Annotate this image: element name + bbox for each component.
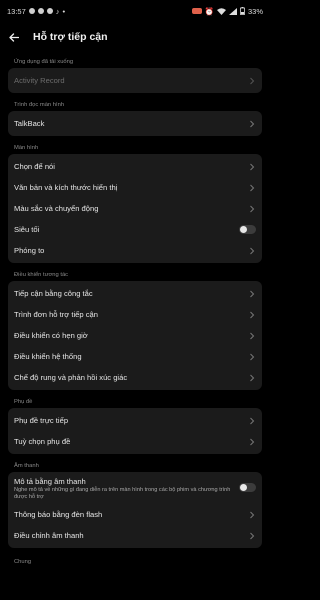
- card-display: Chọn để nói Văn bản và kích thước hiển t…: [8, 154, 262, 263]
- row-extra-dim[interactable]: Siêu tối: [8, 219, 262, 240]
- status-time: 13:57: [7, 6, 26, 16]
- row-label: Phụ đề trực tiếp: [14, 416, 69, 425]
- chevron-right-icon: [250, 417, 255, 424]
- tiktok-icon: ♪: [55, 6, 60, 16]
- row-label: Điều khiển hệ thống: [14, 352, 82, 361]
- back-arrow-icon: [9, 32, 19, 42]
- row-talkback[interactable]: TalkBack: [8, 113, 262, 134]
- chevron-right-icon: [250, 532, 255, 539]
- chevron-right-icon: [250, 438, 255, 445]
- row-label: Tiếp cận bằng công tắc: [14, 289, 93, 298]
- notification-icon: [37, 8, 44, 14]
- card-downloaded: Activity Record: [8, 68, 262, 93]
- section-header-screen-reader: Trình đọc màn hình: [14, 102, 65, 108]
- section-header-display: Màn hình: [14, 145, 39, 151]
- section-header-interaction: Điều khiển tương tác: [14, 272, 69, 278]
- status-right: ⏰ 33%: [191, 6, 263, 16]
- row-system-controls[interactable]: Điều khiển hệ thống: [8, 346, 262, 367]
- row-select-to-speak[interactable]: Chọn để nói: [8, 156, 262, 177]
- status-left: 13:57 ♪ •: [7, 7, 65, 16]
- row-label: Tuỳ chọn phụ đề: [14, 437, 71, 446]
- row-label: Siêu tối: [14, 225, 40, 234]
- row-audio-description[interactable]: Mô tả bằng âm thanh Nghe mô tả về những …: [8, 474, 262, 504]
- chevron-right-icon: [250, 332, 255, 339]
- row-label: Trình đơn hỗ trợ tiếp cận: [14, 310, 98, 319]
- row-timing-controls[interactable]: Điều khiển có hẹn giờ: [8, 325, 262, 346]
- row-label: Chế độ rung và phản hồi xúc giác: [14, 373, 128, 382]
- chevron-right-icon: [250, 311, 255, 318]
- settings-list: Ứng dụng đã tải xuống Activity Record Tr…: [8, 54, 262, 565]
- row-label: Điều chỉnh âm thanh: [14, 531, 84, 540]
- row-live-caption[interactable]: Phụ đề trực tiếp: [8, 410, 262, 431]
- row-color-motion[interactable]: Màu sắc và chuyển động: [8, 198, 262, 219]
- more-notifications-icon: •: [62, 6, 66, 16]
- row-switch-access[interactable]: Tiếp cận bằng công tắc: [8, 283, 262, 304]
- row-audio-adjustment[interactable]: Điều chỉnh âm thanh: [8, 525, 262, 546]
- chevron-right-icon: [250, 374, 255, 381]
- card-interaction: Tiếp cận bằng công tắc Trình đơn hỗ trợ …: [8, 281, 262, 390]
- row-label: Phóng to: [14, 246, 45, 255]
- row-label: Văn bản và kích thước hiển thị: [14, 183, 118, 192]
- card-audio: Mô tả bằng âm thanh Nghe mô tả về những …: [8, 472, 262, 548]
- signal-icon: [228, 7, 237, 15]
- row-label: Điều khiển có hẹn giờ: [14, 331, 88, 340]
- status-bar: 13:57 ♪ • ⏰ 33%: [0, 0, 270, 22]
- battery-level: 33%: [247, 6, 263, 16]
- app-header: Hỗ trợ tiếp cận: [0, 26, 270, 48]
- recording-icon: [191, 8, 202, 14]
- row-accessibility-menu[interactable]: Trình đơn hỗ trợ tiếp cận: [8, 304, 262, 325]
- chevron-right-icon: [250, 120, 255, 127]
- row-label: Màu sắc và chuyển động: [14, 204, 99, 213]
- section-header-audio: Âm thanh: [14, 463, 39, 469]
- chevron-right-icon: [250, 77, 255, 84]
- row-label: Mô tả bằng âm thanh: [14, 477, 86, 486]
- section-header-downloaded: Ứng dụng đã tải xuống: [14, 59, 74, 65]
- card-captions: Phụ đề trực tiếp Tuỳ chọn phụ đề: [8, 408, 262, 454]
- back-button[interactable]: [1, 26, 27, 48]
- row-texts: Mô tả bằng âm thanh Nghe mô tả về những …: [14, 477, 239, 501]
- chevron-right-icon: [250, 353, 255, 360]
- row-label: TalkBack: [14, 119, 45, 128]
- notification-icon: [28, 8, 35, 14]
- card-screen-reader: TalkBack: [8, 111, 262, 136]
- row-activity-record[interactable]: Activity Record: [8, 70, 262, 91]
- audio-description-toggle[interactable]: [239, 483, 256, 492]
- page-title: Hỗ trợ tiếp cận: [33, 31, 108, 43]
- notification-icon: [46, 8, 53, 14]
- chevron-right-icon: [250, 184, 255, 191]
- chevron-right-icon: [250, 247, 255, 254]
- extra-dim-toggle[interactable]: [239, 225, 256, 234]
- row-vibration-haptics[interactable]: Chế độ rung và phản hồi xúc giác: [8, 367, 262, 388]
- chevron-right-icon: [250, 511, 255, 518]
- row-flash-notifications[interactable]: Thông báo bằng đèn flash: [8, 504, 262, 525]
- row-magnification[interactable]: Phóng to: [8, 240, 262, 261]
- alarm-icon: ⏰: [204, 6, 214, 16]
- row-text-display-size[interactable]: Văn bản và kích thước hiển thị: [8, 177, 262, 198]
- row-label: Activity Record: [14, 76, 65, 85]
- wifi-icon: [216, 7, 226, 15]
- chevron-right-icon: [250, 205, 255, 212]
- battery-icon: [240, 7, 245, 15]
- section-header-captions: Phụ đề: [14, 399, 33, 405]
- chevron-right-icon: [250, 163, 255, 170]
- chevron-right-icon: [250, 290, 255, 297]
- section-header-general: Chung: [14, 559, 32, 565]
- row-description: Nghe mô tả về những gì đang diễn ra trên…: [14, 487, 231, 500]
- row-label: Chọn để nói: [14, 162, 55, 171]
- row-caption-preferences[interactable]: Tuỳ chọn phụ đề: [8, 431, 262, 452]
- row-label: Thông báo bằng đèn flash: [14, 510, 103, 519]
